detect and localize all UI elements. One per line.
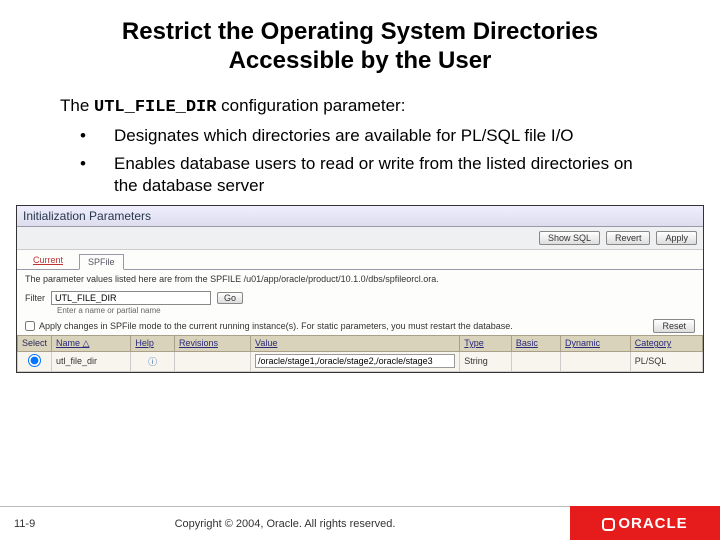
cell-value	[251, 351, 460, 371]
intro-line: The UTL_FILE_DIR configuration parameter…	[60, 96, 660, 117]
bullet-text: Designates which directories are availab…	[114, 125, 660, 147]
slide-title: Restrict the Operating System Directorie…	[0, 0, 720, 92]
footer: 11-9 Copyright © 2004, Oracle. All right…	[0, 506, 720, 540]
bullet-marker: •	[80, 125, 114, 147]
cell-category: PL/SQL	[630, 351, 702, 371]
value-input[interactable]	[255, 354, 455, 368]
embedded-screenshot: Initialization Parameters Show SQL Rever…	[16, 205, 704, 373]
bullet-item: • Enables database users to read or writ…	[80, 153, 660, 197]
apply-checkbox[interactable]	[25, 321, 35, 331]
col-dynamic[interactable]: Dynamic	[560, 335, 630, 351]
col-value[interactable]: Value	[251, 335, 460, 351]
apply-text: Apply changes in SPFile mode to the curr…	[39, 321, 513, 331]
tabstrip: Current SPFile	[17, 250, 703, 270]
go-button[interactable]: Go	[217, 292, 243, 304]
show-sql-button[interactable]: Show SQL	[539, 231, 600, 245]
parameters-table: Select Name △ Help Revisions Value Type …	[17, 335, 703, 372]
tab-current[interactable]: Current	[25, 253, 71, 269]
col-basic[interactable]: Basic	[511, 335, 560, 351]
slide-content: The UTL_FILE_DIR configuration parameter…	[0, 92, 720, 197]
brand-text: ORACLE	[618, 515, 687, 532]
row-select-radio[interactable]	[28, 354, 41, 367]
cell-revisions	[174, 351, 250, 371]
table-row: utl_file_dir ⓘ String PL/SQL	[18, 351, 703, 371]
filter-label: Filter	[25, 293, 45, 303]
col-type[interactable]: Type	[460, 335, 512, 351]
col-select: Select	[18, 335, 52, 351]
footer-left: 11-9 Copyright © 2004, Oracle. All right…	[0, 506, 570, 540]
cell-type: String	[460, 351, 512, 371]
spfile-note: The parameter values listed here are fro…	[17, 270, 703, 289]
filter-input[interactable]	[51, 291, 211, 305]
cell-name: utl_file_dir	[52, 351, 131, 371]
tab-spfile[interactable]: SPFile	[79, 254, 124, 270]
oracle-logo-icon	[602, 518, 615, 531]
table-header-row: Select Name △ Help Revisions Value Type …	[18, 335, 703, 351]
filter-hint: Enter a name or partial name	[17, 305, 703, 319]
col-revisions[interactable]: Revisions	[174, 335, 250, 351]
col-help[interactable]: Help	[131, 335, 175, 351]
brand-badge: ORACLE	[570, 506, 720, 540]
col-name[interactable]: Name △	[52, 335, 131, 351]
cell-help[interactable]: ⓘ	[131, 351, 175, 371]
intro-pre: The	[60, 96, 94, 115]
cell-basic	[511, 351, 560, 371]
apply-button[interactable]: Apply	[656, 231, 697, 245]
bullet-item: • Designates which directories are avail…	[80, 125, 660, 147]
bullet-text: Enables database users to read or write …	[114, 153, 660, 197]
intro-post: configuration parameter:	[216, 96, 405, 115]
cell-dynamic	[560, 351, 630, 371]
filter-row: Filter Go	[17, 289, 703, 305]
col-name-label: Name	[56, 338, 80, 348]
bullet-marker: •	[80, 153, 114, 197]
copyright: Copyright © 2004, Oracle. All rights res…	[0, 518, 570, 530]
col-category[interactable]: Category	[630, 335, 702, 351]
apply-row: Apply changes in SPFile mode to the curr…	[17, 319, 703, 335]
revert-button[interactable]: Revert	[606, 231, 651, 245]
toolbar: Show SQL Revert Apply	[17, 227, 703, 250]
panel-heading: Initialization Parameters	[17, 206, 703, 227]
reset-button[interactable]: Reset	[653, 319, 695, 333]
intro-code: UTL_FILE_DIR	[94, 98, 216, 117]
